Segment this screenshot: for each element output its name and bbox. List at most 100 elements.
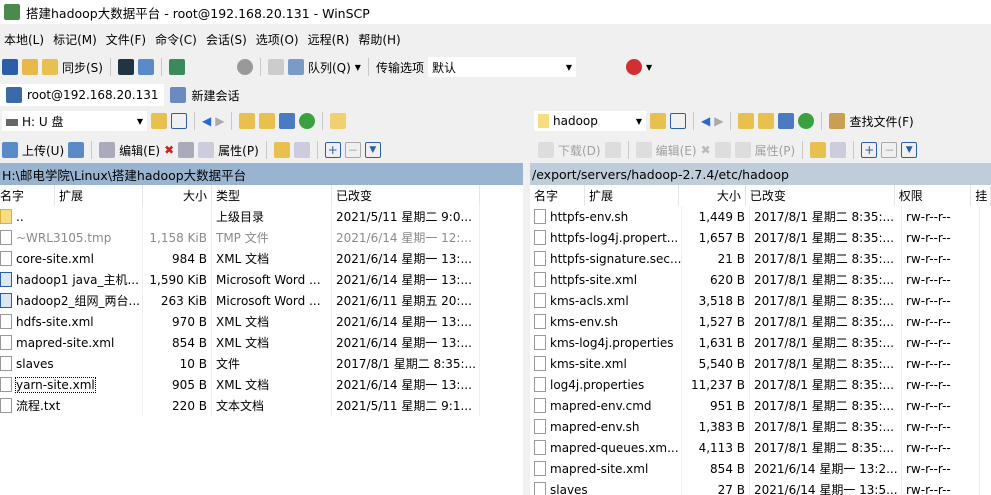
- file-row[interactable]: hdfs-site.xml 970 B XML 文档 2021/6/14 星期一 1…: [0, 311, 523, 332]
- open-folder-icon[interactable]: [151, 113, 167, 129]
- edit-button[interactable]: 编辑(E): [656, 142, 697, 159]
- home-icon[interactable]: [778, 113, 795, 129]
- menu-options[interactable]: 选项(O): [252, 31, 304, 48]
- parent-dir-icon[interactable]: [738, 113, 755, 129]
- file-row[interactable]: hadoop1 java_主机... 1,590 KiB Microsoft Wo…: [0, 269, 523, 290]
- compare-icon[interactable]: [2, 59, 18, 75]
- putty-icon[interactable]: [137, 59, 154, 75]
- local-file-list[interactable]: 名字 扩展 大小 类型 已改变 .. 上级目录 2021/5/11 星期二 9:0…: [0, 185, 523, 495]
- splitter[interactable]: [523, 163, 530, 495]
- menu-session[interactable]: 会话(S): [202, 31, 252, 48]
- file-row[interactable]: 流程.txt 220 B 文本文档 2021/5/11 星期二 9:1...: [0, 395, 523, 416]
- file-row[interactable]: httpfs-env.sh 1,449 B 2017/8/1 星期二 8:35:.…: [530, 206, 991, 227]
- menu-file[interactable]: 文件(F): [102, 31, 151, 48]
- menu-mark[interactable]: 标记(M): [49, 31, 102, 48]
- filter-select-icon[interactable]: ▼: [901, 142, 918, 158]
- file-row[interactable]: slaves 27 B 2021/6/14 星期一 13:5... rw-r--r-…: [530, 479, 991, 495]
- home-icon[interactable]: [279, 113, 296, 129]
- col-size[interactable]: 大小: [679, 185, 746, 206]
- rename-icon[interactable]: [714, 142, 731, 158]
- file-row[interactable]: yarn-site.xml 905 B XML 文档 2021/6/14 星期一 1…: [0, 374, 523, 395]
- file-row[interactable]: httpfs-log4j.propert... 1,657 B 2017/8/1 …: [530, 227, 991, 248]
- file-row[interactable]: mapred-queues.xm... 4,113 B 2017/8/1 星期二 …: [530, 437, 991, 458]
- delete-icon[interactable]: ✖: [701, 143, 711, 157]
- forward-icon[interactable]: ▶: [215, 114, 224, 128]
- file-row[interactable]: mapred-env.cmd 951 B 2017/8/1 星期二 8:35:..…: [530, 395, 991, 416]
- filter-icon[interactable]: [171, 113, 187, 129]
- delete-icon[interactable]: ✖: [164, 143, 174, 157]
- file-row[interactable]: slaves 10 B 文件 2017/8/1 星期二 8:35:...: [0, 353, 523, 374]
- file-row[interactable]: kms-log4j.properties 1,631 B 2017/8/1 星期二…: [530, 332, 991, 353]
- file-row[interactable]: mapred-site.xml 854 B XML 文档 2021/6/14 星期一…: [0, 332, 523, 353]
- terminal-icon[interactable]: [117, 59, 134, 75]
- new-file-icon[interactable]: [293, 142, 310, 158]
- new-folder-icon[interactable]: [273, 142, 290, 158]
- rename-icon[interactable]: [178, 142, 195, 158]
- select-minus-icon[interactable]: −: [344, 142, 361, 158]
- download-options-icon[interactable]: [604, 142, 621, 158]
- col-rights[interactable]: 权限: [895, 185, 972, 206]
- sync-button[interactable]: 同步(S): [62, 59, 103, 76]
- select-minus-icon[interactable]: −: [881, 142, 898, 158]
- menu-remote[interactable]: 远程(R): [304, 31, 355, 48]
- remote-file-list[interactable]: 名字 扩展 大小 已改变 权限 挂 httpfs-env.sh 1,449 B2…: [530, 185, 991, 495]
- col-changed[interactable]: 已改变: [746, 185, 895, 206]
- reconnect-icon[interactable]: [625, 59, 642, 75]
- select-plus-icon[interactable]: +: [861, 142, 878, 158]
- back-icon[interactable]: ◀: [701, 114, 710, 128]
- file-row[interactable]: .. 上级目录 2021/5/11 星期二 9:0...: [0, 206, 523, 227]
- filter-icon[interactable]: [670, 113, 686, 129]
- tree-icon[interactable]: [330, 113, 347, 129]
- chevron-down-icon[interactable]: ▼: [646, 63, 652, 72]
- properties-button[interactable]: 属性(P): [755, 142, 796, 159]
- queue-list-icon[interactable]: [267, 59, 284, 75]
- refresh-session-icon[interactable]: [168, 59, 185, 75]
- file-row[interactable]: hadoop2_组网_两台... 263 KiB Microsoft Word .…: [0, 290, 523, 311]
- menu-help[interactable]: 帮助(H): [354, 31, 405, 48]
- file-row[interactable]: mapred-env.sh 1,383 B 2017/8/1 星期二 8:35:.…: [530, 416, 991, 437]
- menu-local[interactable]: 本地(L): [0, 31, 49, 48]
- filter-select-icon[interactable]: ▼: [364, 142, 381, 158]
- gear-icon[interactable]: [236, 59, 253, 75]
- col-name[interactable]: 名字: [0, 185, 55, 206]
- col-size[interactable]: 大小: [143, 185, 212, 206]
- find-files-button[interactable]: 查找文件(F): [849, 113, 913, 130]
- file-row[interactable]: kms-acls.xml 3,518 B 2017/8/1 星期二 8:35:..…: [530, 290, 991, 311]
- col-ext[interactable]: 扩展: [55, 185, 143, 206]
- upload-options-icon[interactable]: [68, 142, 85, 158]
- col-name[interactable]: 名字: [530, 185, 585, 206]
- refresh-icon[interactable]: [299, 113, 316, 129]
- root-dir-icon[interactable]: [758, 113, 775, 129]
- tab-new-session[interactable]: 新建会话: [164, 84, 245, 106]
- drive-select[interactable]: H: U 盘 ▼: [2, 111, 147, 131]
- new-file-icon[interactable]: [830, 142, 847, 158]
- file-row[interactable]: httpfs-signature.sec... 21 B 2017/8/1 星期二…: [530, 248, 991, 269]
- col-changed[interactable]: 已改变: [332, 185, 480, 206]
- queue-button[interactable]: 队列(Q): [308, 59, 351, 76]
- file-row[interactable]: kms-env.sh 1,527 B 2017/8/1 星期二 8:35:... r…: [530, 311, 991, 332]
- new-folder-icon[interactable]: [810, 142, 827, 158]
- upload-button[interactable]: 上传(U): [22, 142, 64, 159]
- forward-icon[interactable]: ▶: [714, 114, 723, 128]
- file-row[interactable]: mapred-site.xml 854 B 2021/6/14 星期一 13:2.…: [530, 458, 991, 479]
- select-plus-icon[interactable]: +: [324, 142, 341, 158]
- tab-session-root[interactable]: root@192.168.20.131: [0, 84, 165, 106]
- transfer-options-select[interactable]: 默认 ▼: [427, 57, 576, 77]
- col-ext[interactable]: 扩展: [585, 185, 680, 206]
- refresh-icon[interactable]: [798, 113, 815, 129]
- col-type[interactable]: 类型: [212, 185, 332, 206]
- col-owner[interactable]: 挂: [971, 185, 991, 206]
- menu-command[interactable]: 命令(C): [151, 31, 202, 48]
- chevron-down-icon[interactable]: ▼: [355, 63, 361, 72]
- file-row[interactable]: ~WRL3105.tmp 1,158 KiB TMP 文件 2021/6/14 星期…: [0, 227, 523, 248]
- parent-dir-icon[interactable]: [239, 113, 256, 129]
- root-dir-icon[interactable]: [259, 113, 276, 129]
- synchronize-browse-icon[interactable]: [22, 59, 38, 75]
- file-row[interactable]: log4j.properties 11,237 B 2017/8/1 星期二 8:…: [530, 374, 991, 395]
- file-row[interactable]: core-site.xml 984 B XML 文档 2021/6/14 星期一 1…: [0, 248, 523, 269]
- directory-select[interactable]: hadoop ▼: [534, 111, 646, 131]
- back-icon[interactable]: ◀: [202, 114, 211, 128]
- file-row[interactable]: httpfs-site.xml 620 B 2017/8/1 星期二 8:35:.…: [530, 269, 991, 290]
- properties-button[interactable]: 属性(P): [218, 142, 259, 159]
- download-button[interactable]: 下载(D): [558, 142, 601, 159]
